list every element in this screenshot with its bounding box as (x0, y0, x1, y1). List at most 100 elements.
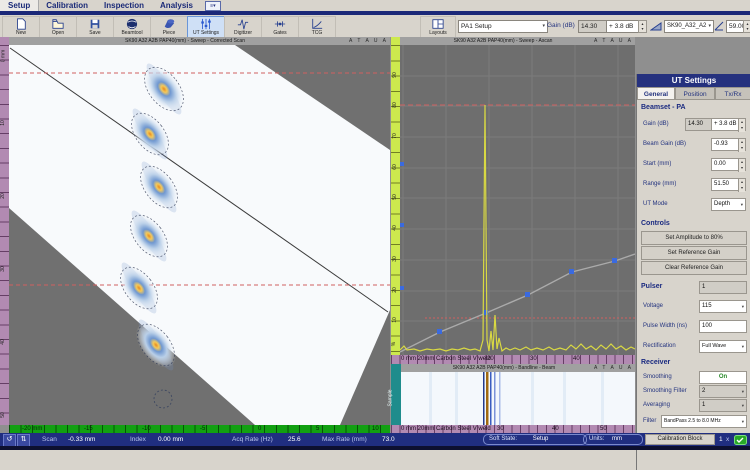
beamtool-button[interactable]: Beamtool (113, 16, 151, 38)
range-field[interactable]: 51.50▴▾ (711, 178, 746, 191)
tcg-button[interactable]: TCG (298, 16, 336, 38)
chevron-down-icon: ▾ (742, 301, 744, 312)
spinner[interactable]: ▴▾ (738, 139, 745, 152)
gain-value: 14.30 (581, 23, 597, 30)
menu-analysis[interactable]: Analysis (152, 0, 201, 11)
ruler-label: 30 (0, 266, 6, 272)
ruler-label: 50 (600, 426, 607, 432)
open-button[interactable]: Open (39, 16, 77, 38)
start-field[interactable]: 0.00 ▴▾ (711, 158, 746, 171)
menu-setup[interactable]: Setup (0, 0, 38, 11)
ruler-label: 40 (392, 225, 398, 231)
smoothing-filter-select[interactable]: 2▾ (699, 385, 747, 398)
probe-value: SK90_A32_A2 (667, 23, 706, 29)
ascan-canvas[interactable] (400, 45, 635, 355)
clear-reference-gain-button[interactable]: Clear Reference Gain (641, 261, 747, 275)
sscan-scan-axis-ruler[interactable]: -20 mm -15 -10 -5 0 5 10 (9, 425, 390, 433)
tab-general[interactable]: General (637, 87, 675, 100)
layout-preset-combobox[interactable]: PA1 Setup▾ (458, 20, 548, 33)
start-label: Start (mm) (643, 158, 671, 170)
status-bar: ↺ ⇅ Scan -0.33 mm Index 0.00 mm Acq Rate… (0, 433, 750, 446)
strip-ruler-corner (391, 364, 401, 372)
ut-settings-button[interactable]: UT Settings (187, 16, 225, 38)
ruler-material-label: 0 mm 20mm Carbon Steel V weld (401, 426, 491, 432)
rectification-select[interactable]: Full Wave▾ (699, 340, 747, 353)
chevron-down-icon: ▾ (742, 400, 744, 411)
panel-title: UT Settings (637, 74, 750, 87)
probe-combobox[interactable]: SK90_A32_A2▾ (664, 20, 714, 33)
filter-select[interactable]: BandPass 2.5 to 8.0 MHz▾ (661, 415, 747, 428)
layouts-button[interactable]: Layouts (420, 16, 456, 38)
spinner[interactable]: ▴▾ (738, 159, 745, 172)
ut-mode-select[interactable]: Depth▾ (711, 198, 746, 211)
gates-button[interactable]: Gates (261, 16, 299, 38)
strip-view-header-icons[interactable]: A T A U A (594, 365, 633, 371)
gain-value-box[interactable]: 14.30 (578, 20, 608, 33)
gain-offset-field[interactable]: + 3.8 dB▴▾ (711, 118, 746, 131)
value: Full Wave (702, 343, 726, 349)
sscan-view-header-icons[interactable]: A T A U A (349, 38, 388, 44)
ruler-label: -5 (200, 426, 205, 432)
ut-settings-panel: UT Settings General Position Tx/Rx Beams… (636, 74, 750, 470)
ruler-label: 70 (392, 133, 398, 139)
sscan-canvas[interactable] (9, 45, 390, 425)
rectification-label: Rectification (643, 340, 676, 352)
window-bottom-edge (0, 446, 750, 450)
strip-axis-ruler[interactable]: 0 mm 20mm Carbon Steel V weld 30 40 50 (391, 425, 635, 433)
voltage-select[interactable]: 115▾ (699, 300, 747, 313)
tcg-curve[interactable] (400, 254, 635, 352)
averaging-select[interactable]: 1▾ (699, 399, 747, 412)
soft-state-indicator[interactable]: Soft State: Setup (483, 434, 587, 445)
strip-cursor-line[interactable] (486, 372, 489, 425)
pulse-width-field[interactable]: 100 (699, 320, 747, 333)
spinner[interactable]: ▴▾ (738, 119, 745, 132)
value: 1 (702, 284, 705, 290)
new-button[interactable]: New (2, 16, 40, 38)
set-reference-gain-button[interactable]: Set Reference Gain (641, 246, 747, 260)
units-indicator[interactable]: Units: mm (583, 434, 643, 445)
sscan-depth-ruler[interactable]: 0 mm 10 20 30 40 50 (0, 45, 9, 425)
menu-inspection[interactable]: Inspection (96, 0, 152, 11)
gates-button-label: Gates (273, 30, 286, 36)
index-value: 0.00 mm (158, 436, 183, 443)
gain-spinner[interactable]: ▴▾ (638, 20, 647, 33)
sector-scan-band (9, 45, 390, 425)
spinner[interactable]: ▴▾ (738, 179, 745, 192)
soft-state-value: Setup (533, 436, 549, 442)
piece-button[interactable]: Piece (150, 16, 188, 38)
ruler-label: 50 (392, 194, 398, 200)
save-button-label: Save (89, 30, 100, 36)
gain-field-value[interactable]: 14.30 (685, 118, 713, 131)
tab-txrx[interactable]: Tx/Rx (715, 87, 750, 100)
value: Depth (714, 201, 730, 207)
ruler-label: 10 (392, 317, 398, 323)
digitizer-button[interactable]: Digitizer (224, 16, 262, 38)
angle-spinner[interactable]: ▴▾ (743, 20, 750, 33)
strip-side-axis[interactable]: Sample (391, 372, 401, 425)
empty-gate-marker (154, 390, 172, 408)
chevron-down-icon: ▾ (742, 416, 744, 427)
set-amplitude-button[interactable]: Set Amplitude to 80% (641, 231, 747, 245)
chevron-down-icon: ▾ (708, 21, 711, 32)
smoothing-toggle[interactable]: On (699, 371, 747, 384)
ascan-trace (400, 105, 635, 351)
ascan-amplitude-ruler[interactable]: 90 80 70 60 50 40 30 20 10 % (391, 45, 400, 355)
value: 0.00 (714, 161, 726, 167)
connection-status-icon[interactable] (734, 435, 747, 445)
gain-offset-box[interactable]: + 3.8 dB (606, 20, 642, 33)
tab-position[interactable]: Position (675, 87, 715, 100)
save-button[interactable]: Save (76, 16, 114, 38)
ascan-depth-axis-ruler[interactable]: 0 mm 20mm Carbon Steel V weld 20 30 40 (391, 355, 635, 364)
open-button-label: Open (52, 30, 64, 36)
calibration-block-button[interactable]: Calibration Block (645, 434, 715, 445)
strip-indication-line (490, 372, 492, 425)
ruler-label: 10 (372, 426, 379, 432)
beam-gain-field[interactable]: -0.93▴▾ (711, 138, 746, 151)
menu-calibration[interactable]: Calibration (38, 0, 96, 11)
layouts-grid-icon (432, 18, 444, 30)
acq-rate-label: Acq Rate (Hz) (232, 436, 273, 443)
menu-windows-icon[interactable]: ≡▾ (205, 1, 221, 11)
ascan-view-header-icons[interactable]: A T A U A (594, 38, 633, 44)
pulser-index-field[interactable]: 1 (699, 281, 747, 294)
strip-canvas[interactable] (401, 372, 635, 425)
